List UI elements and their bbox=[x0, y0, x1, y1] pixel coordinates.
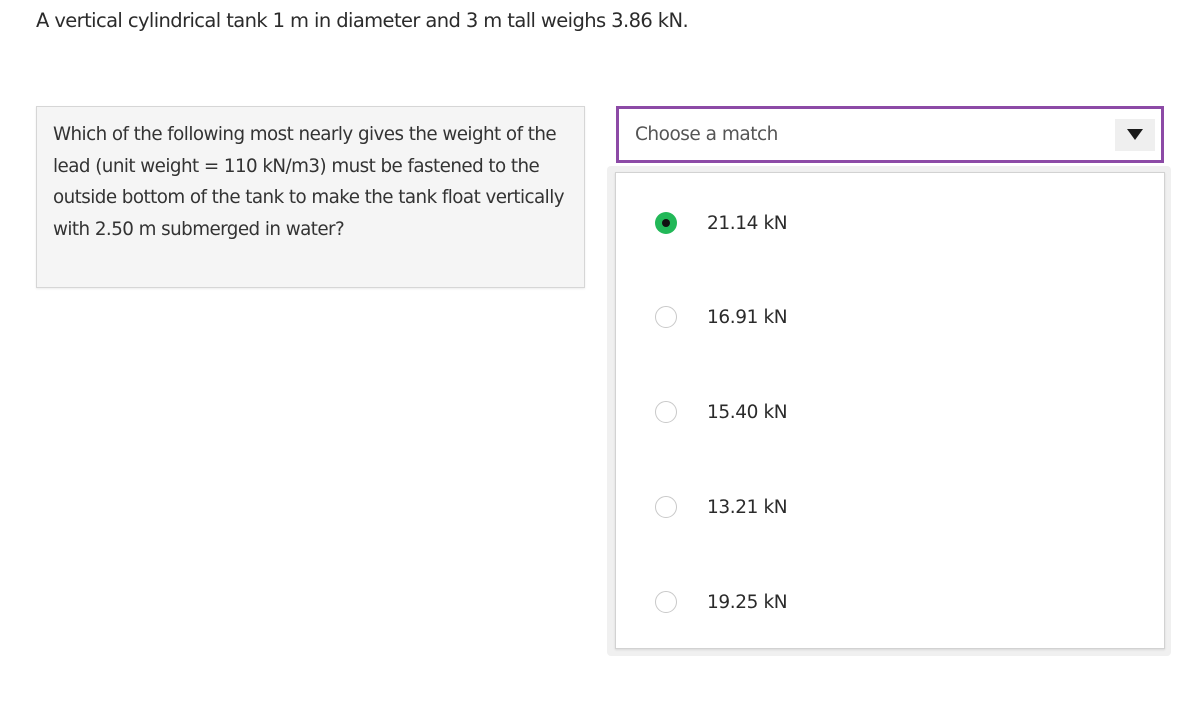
radio-empty-icon[interactable] bbox=[655, 306, 677, 328]
option-label: 21.14 kN bbox=[707, 212, 788, 234]
option-item[interactable]: 15.40 kN bbox=[616, 392, 1164, 432]
option-item[interactable]: 21.14 kN bbox=[616, 203, 1164, 243]
radio-empty-icon[interactable] bbox=[655, 401, 677, 423]
match-dropdown[interactable]: Choose a match bbox=[616, 106, 1164, 163]
question-text: Which of the following most nearly gives… bbox=[53, 124, 565, 240]
options-list: 21.14 kN 16.91 kN 15.40 kN 13.21 kN 19.2… bbox=[615, 172, 1165, 649]
dropdown-toggle-button[interactable] bbox=[1115, 118, 1155, 151]
radio-selected-icon[interactable] bbox=[655, 212, 677, 234]
option-item[interactable]: 13.21 kN bbox=[616, 487, 1164, 527]
radio-empty-icon[interactable] bbox=[655, 591, 677, 613]
triangle-down-icon bbox=[1127, 129, 1143, 140]
option-label: 19.25 kN bbox=[707, 591, 788, 613]
problem-intro: A vertical cylindrical tank 1 m in diame… bbox=[36, 9, 689, 32]
page: A vertical cylindrical tank 1 m in diame… bbox=[0, 0, 1200, 702]
option-label: 13.21 kN bbox=[707, 496, 788, 518]
option-label: 16.91 kN bbox=[707, 306, 788, 328]
match-dropdown-value: Choose a match bbox=[635, 124, 778, 145]
option-label: 15.40 kN bbox=[707, 401, 788, 423]
option-item[interactable]: 19.25 kN bbox=[616, 582, 1164, 622]
question-box: Which of the following most nearly gives… bbox=[36, 106, 585, 288]
option-item[interactable]: 16.91 kN bbox=[616, 297, 1164, 337]
radio-empty-icon[interactable] bbox=[655, 496, 677, 518]
